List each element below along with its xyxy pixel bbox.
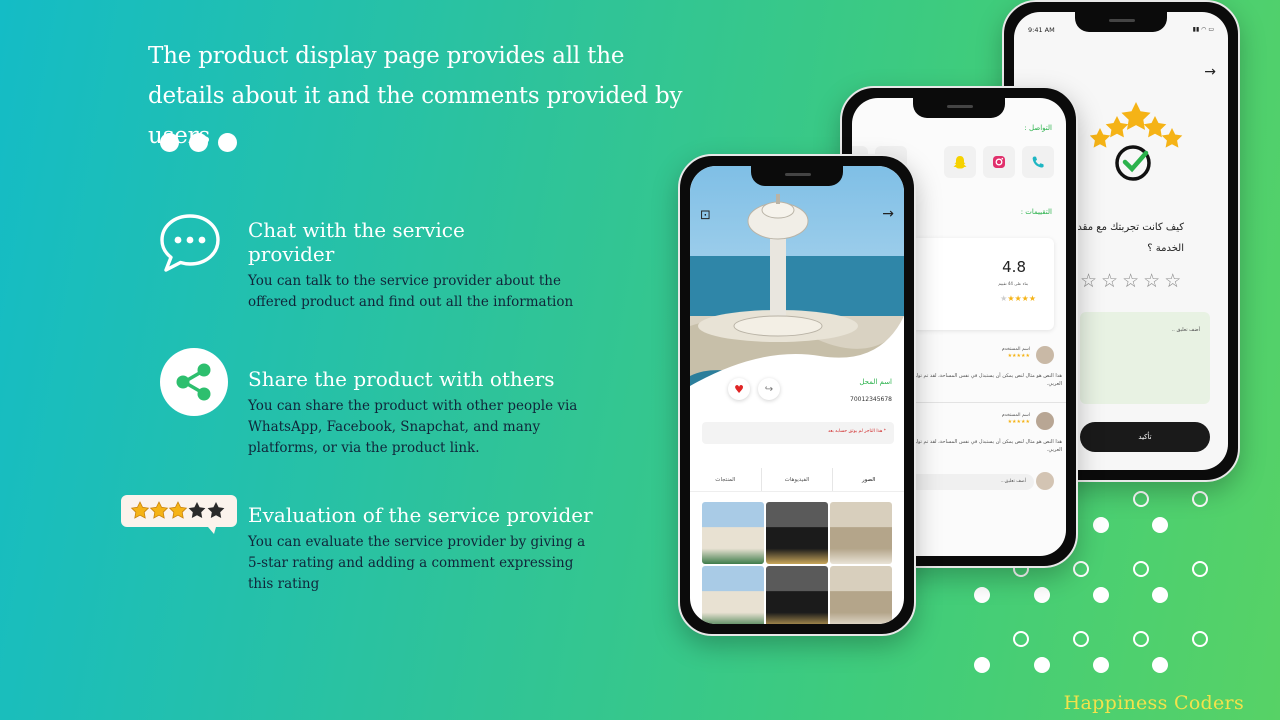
decorative-dot (1192, 631, 1208, 647)
notice-box: * هذا التاجر لم يوثق حسابه بعد (702, 422, 894, 444)
decorative-dot (1034, 587, 1050, 603)
decorative-dot (1073, 631, 1089, 647)
empty-star-icon[interactable]: ☆ (1164, 272, 1181, 291)
dot-indicator (218, 133, 237, 152)
dot-indicator (189, 133, 208, 152)
avatar (1036, 472, 1054, 490)
comment-placeholder: أضف تعليق .. (1171, 327, 1200, 333)
decorative-dot (1093, 587, 1109, 603)
phone-product: ⊡ → اسم المحل 70012345678 ♥ ↪ * هذا التا… (678, 154, 916, 636)
status-time: 9:41 AM (1028, 26, 1055, 34)
review-stars: ★★★★★ (1007, 353, 1030, 359)
average-rating: 4.8 (1002, 258, 1026, 276)
feature-title: Chat with the service provider (248, 218, 465, 266)
confirm-label: تأكيد (1138, 433, 1152, 441)
empty-star-icon[interactable]: ☆ (1143, 272, 1160, 291)
arrow-right-icon[interactable]: → (882, 206, 894, 222)
phone-icon[interactable] (1022, 146, 1054, 178)
average-stars: ★★★★★ (1000, 294, 1036, 303)
feature-chat: Chat with the service provider You can t… (248, 218, 608, 313)
star-rating-input[interactable]: ☆ ☆ ☆ ☆ ☆ (1080, 272, 1181, 291)
empty-star-icon[interactable]: ☆ (1101, 272, 1118, 291)
add-cart-icon[interactable]: ⊡ (700, 208, 711, 223)
avatar (1036, 346, 1054, 364)
product-tabs: المنتجات الفيديوهات الصور (690, 468, 904, 492)
decorative-dot (1192, 491, 1208, 507)
dot-indicator (160, 133, 179, 152)
heart-icon[interactable]: ♥ (728, 378, 750, 400)
decorative-dot (1152, 657, 1168, 673)
decorative-dot (974, 587, 990, 603)
decorative-dot (1073, 561, 1089, 577)
feature-description: You can talk to the service provider abo… (248, 273, 574, 310)
contact-label: التواصل : (1024, 124, 1052, 132)
star-rating-badge-icon (120, 494, 238, 540)
feature-evaluation: Evaluation of the service provider You c… (248, 503, 608, 595)
decorative-dot (1152, 517, 1168, 533)
feature-description: You can evaluate the service provider by… (248, 534, 586, 592)
product-hero-image (690, 166, 904, 428)
product-screen: ⊡ → اسم المحل 70012345678 ♥ ↪ * هذا التا… (690, 166, 904, 624)
status-icons: ▮▮ ◠ ▭ (1192, 26, 1214, 33)
decorative-dot (1093, 517, 1109, 533)
review-stars: ★★★★★ (1007, 419, 1030, 425)
ratings-label: التقييمات : (1020, 208, 1052, 216)
store-name: اسم المحل (859, 378, 892, 386)
gallery-photo[interactable] (766, 566, 828, 624)
pagination-dots (160, 133, 237, 152)
decorative-dot (1133, 561, 1149, 577)
decorative-dot (1093, 657, 1109, 673)
feature-title: Share the product with others (248, 367, 555, 391)
phone-number: 70012345678 (850, 396, 892, 403)
gallery-photo[interactable] (830, 566, 892, 624)
decorative-dot (1152, 587, 1168, 603)
gallery-photo[interactable] (702, 566, 764, 624)
decorative-dot (974, 657, 990, 673)
decorative-dot (1133, 631, 1149, 647)
rating-count: بناء على 44 تقييم (998, 281, 1028, 286)
tab-photos[interactable]: الصور (833, 468, 904, 491)
snapchat-icon[interactable] (944, 146, 976, 178)
decorative-dot (1013, 631, 1029, 647)
gallery-photo[interactable] (766, 502, 828, 564)
comment-textarea[interactable]: أضف تعليق .. (1080, 312, 1210, 404)
gallery-photo[interactable] (702, 502, 764, 564)
notice-text: * هذا التاجر لم يوثق حسابه بعد (828, 429, 886, 434)
share-icon (159, 347, 229, 421)
feature-share: Share the product with others You can sh… (248, 367, 608, 459)
decorative-dot (1034, 657, 1050, 673)
brand-name: Happiness Coders (1063, 692, 1244, 714)
empty-star-icon[interactable]: ☆ (1080, 272, 1097, 291)
share-icon[interactable]: ↪ (758, 378, 780, 400)
instagram-icon[interactable] (983, 146, 1015, 178)
chat-bubble-icon (158, 212, 222, 280)
decorative-dot (1133, 491, 1149, 507)
empty-star-icon[interactable]: ☆ (1122, 272, 1139, 291)
rating-stars-check-icon (1090, 102, 1183, 181)
gallery-photo[interactable] (830, 502, 892, 564)
tab-products[interactable]: المنتجات (690, 468, 762, 491)
feature-description: You can share the product with other peo… (248, 398, 578, 456)
tab-videos[interactable]: الفيديوهات (762, 468, 834, 491)
decorative-dot (1192, 561, 1208, 577)
photo-gallery (702, 502, 892, 624)
confirm-button[interactable]: تأكيد (1080, 422, 1210, 452)
feature-title: Evaluation of the service provider (248, 503, 593, 527)
contact-icons (944, 146, 1054, 178)
comment-placeholder: أضف تعليق... (1000, 479, 1026, 484)
avatar (1036, 412, 1054, 430)
arrow-right-icon[interactable]: → (1204, 64, 1216, 80)
